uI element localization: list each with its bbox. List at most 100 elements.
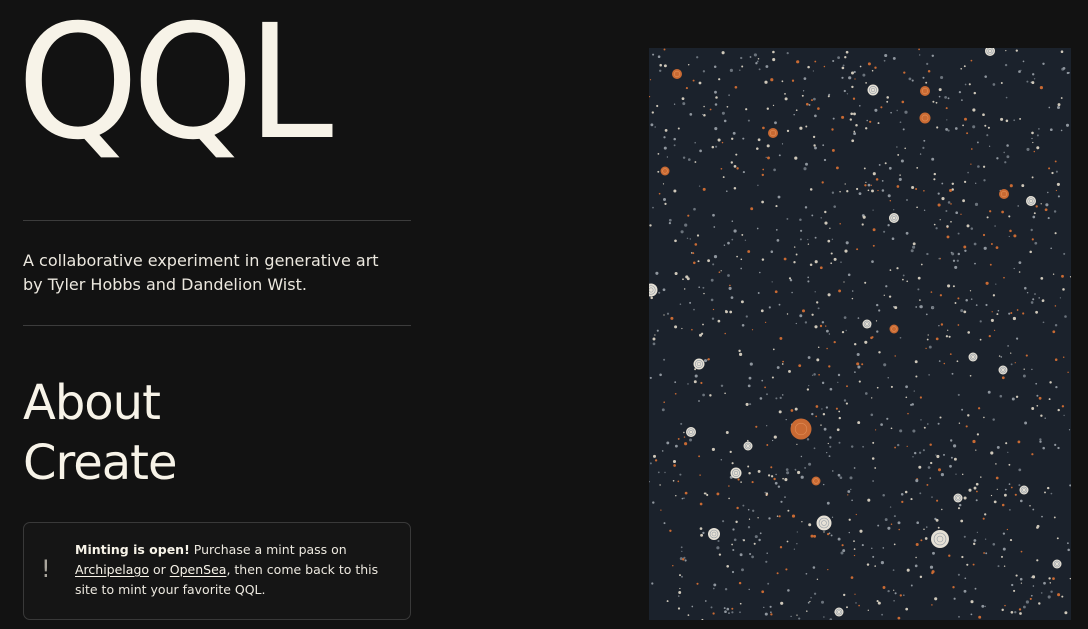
art-dot [943,453,945,456]
art-dot [939,416,942,419]
art-dot [894,446,897,449]
art-dot [791,79,795,82]
art-dot [725,431,729,434]
art-dot [1020,582,1023,584]
art-dot [786,471,790,475]
art-dot [687,158,691,161]
nav-link-about[interactable]: About [23,373,323,433]
art-dot [731,543,733,546]
art-dot [970,600,974,604]
art-dot [839,191,841,193]
art-dot [919,54,921,56]
art-dot [862,73,866,77]
art-dot [897,521,901,525]
art-dot [826,347,828,350]
art-dot [711,317,715,320]
art-dot [776,572,779,575]
art-dot [729,450,732,454]
art-dot [920,86,930,96]
art-dot [995,246,999,249]
art-dot [871,189,874,193]
art-dot [826,501,830,505]
art-dot [957,232,960,235]
art-dot [911,79,914,82]
art-dot [783,257,787,261]
art-dot [1036,134,1039,137]
art-dot [976,490,978,493]
tagline-line-2: by Tyler Hobbs and Dandelion Wist. [23,275,307,294]
generative-artwork [649,48,1071,620]
art-dot [1013,267,1015,270]
art-dot [729,68,733,72]
art-dot [693,308,695,311]
art-dot [990,318,994,322]
art-dot [912,242,916,246]
art-dot [889,506,892,508]
nav-link-create[interactable]: Create [23,433,323,493]
art-dot [841,115,845,119]
art-dot [1049,582,1052,584]
art-dot [1054,232,1057,235]
art-dot [672,459,677,464]
art-dot [728,94,730,97]
art-dot [1057,103,1061,107]
art-dot [974,262,976,265]
art-dot [976,433,980,436]
art-dot [927,334,929,336]
art-dot [1051,171,1054,175]
art-dot [992,294,996,297]
art-dot [785,468,789,471]
art-dot [918,48,920,51]
art-dot [806,388,810,391]
art-dot [816,578,819,581]
art-dot [848,518,851,521]
art-dot [717,319,721,323]
art-dot [720,270,722,272]
art-dot [747,439,749,442]
art-dot [1026,147,1030,151]
art-dot [654,126,656,128]
opensea-link[interactable]: OpenSea [170,562,227,577]
art-dot [807,65,810,69]
art-dot [893,543,896,546]
art-dot [1023,368,1025,370]
art-dot [1060,50,1064,53]
art-dot [996,488,998,490]
art-dot [853,548,856,550]
art-dot [748,376,752,380]
art-dot [1031,453,1034,456]
art-dot [736,255,738,258]
art-dot [915,556,917,559]
art-dot [823,616,825,618]
art-dot [883,230,886,233]
art-dot [947,97,950,100]
art-dot [840,551,844,555]
art-dot [919,492,922,495]
art-dot [896,146,898,148]
art-dot [950,220,952,223]
art-dot [793,113,795,116]
art-dot [970,163,972,165]
art-dot [819,266,823,270]
art-dot [952,586,955,589]
art-dot [857,317,860,319]
logo[interactable]: QQL [17,4,333,162]
art-dot [732,528,735,531]
art-dot [977,165,980,168]
art-dot [681,550,683,553]
art-dot [766,107,769,110]
art-dot [710,278,714,282]
archipelago-link[interactable]: Archipelago [75,562,149,577]
art-dot [902,274,905,277]
art-dot [729,310,733,314]
art-dot [1048,577,1051,580]
art-dot [737,478,740,481]
art-dot [795,469,797,471]
art-dot [794,156,798,160]
art-dot [807,356,811,359]
art-dot [837,473,841,477]
art-dot [712,263,715,266]
art-dot [920,539,923,542]
art-dot [951,252,955,256]
art-dot [681,575,683,578]
